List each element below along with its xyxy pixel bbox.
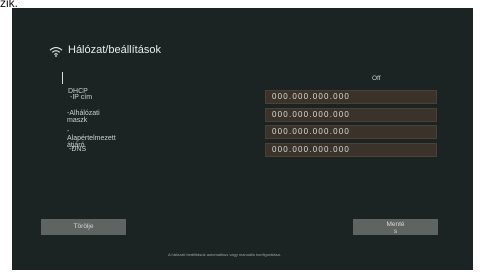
dns-field[interactable]: 000.000.000.000: [265, 143, 437, 157]
subnet-label: -Alhálózati maszk: [67, 110, 100, 124]
header: Hálózat/beállítások: [49, 44, 168, 57]
page-title: Hálózat/beállítások: [68, 44, 161, 56]
dns-label: -DNS: [69, 146, 87, 153]
footer-note: A hálózati beállítások automatikus vagy …: [168, 252, 281, 257]
dhcp-status[interactable]: Off: [372, 75, 381, 82]
subnet-field[interactable]: 000.000.000.000: [265, 108, 437, 122]
stage: zik. Hálózat/beállítások Off DHCP -IP cí…: [0, 0, 484, 276]
text-cursor: [62, 72, 63, 84]
save-button[interactable]: Mentés: [353, 219, 438, 235]
delete-button[interactable]: Törölje: [41, 219, 126, 235]
ip-label: -IP cím: [70, 94, 93, 101]
save-button-label: Mentés: [386, 221, 405, 235]
tv-settings-screen: Hálózat/beállítások Off DHCP -IP cím -Al…: [12, 8, 473, 270]
gateway-field[interactable]: 000.000.000.000: [265, 125, 437, 139]
ip-field[interactable]: 000.000.000.000: [265, 90, 437, 104]
wifi-icon: [49, 47, 63, 57]
